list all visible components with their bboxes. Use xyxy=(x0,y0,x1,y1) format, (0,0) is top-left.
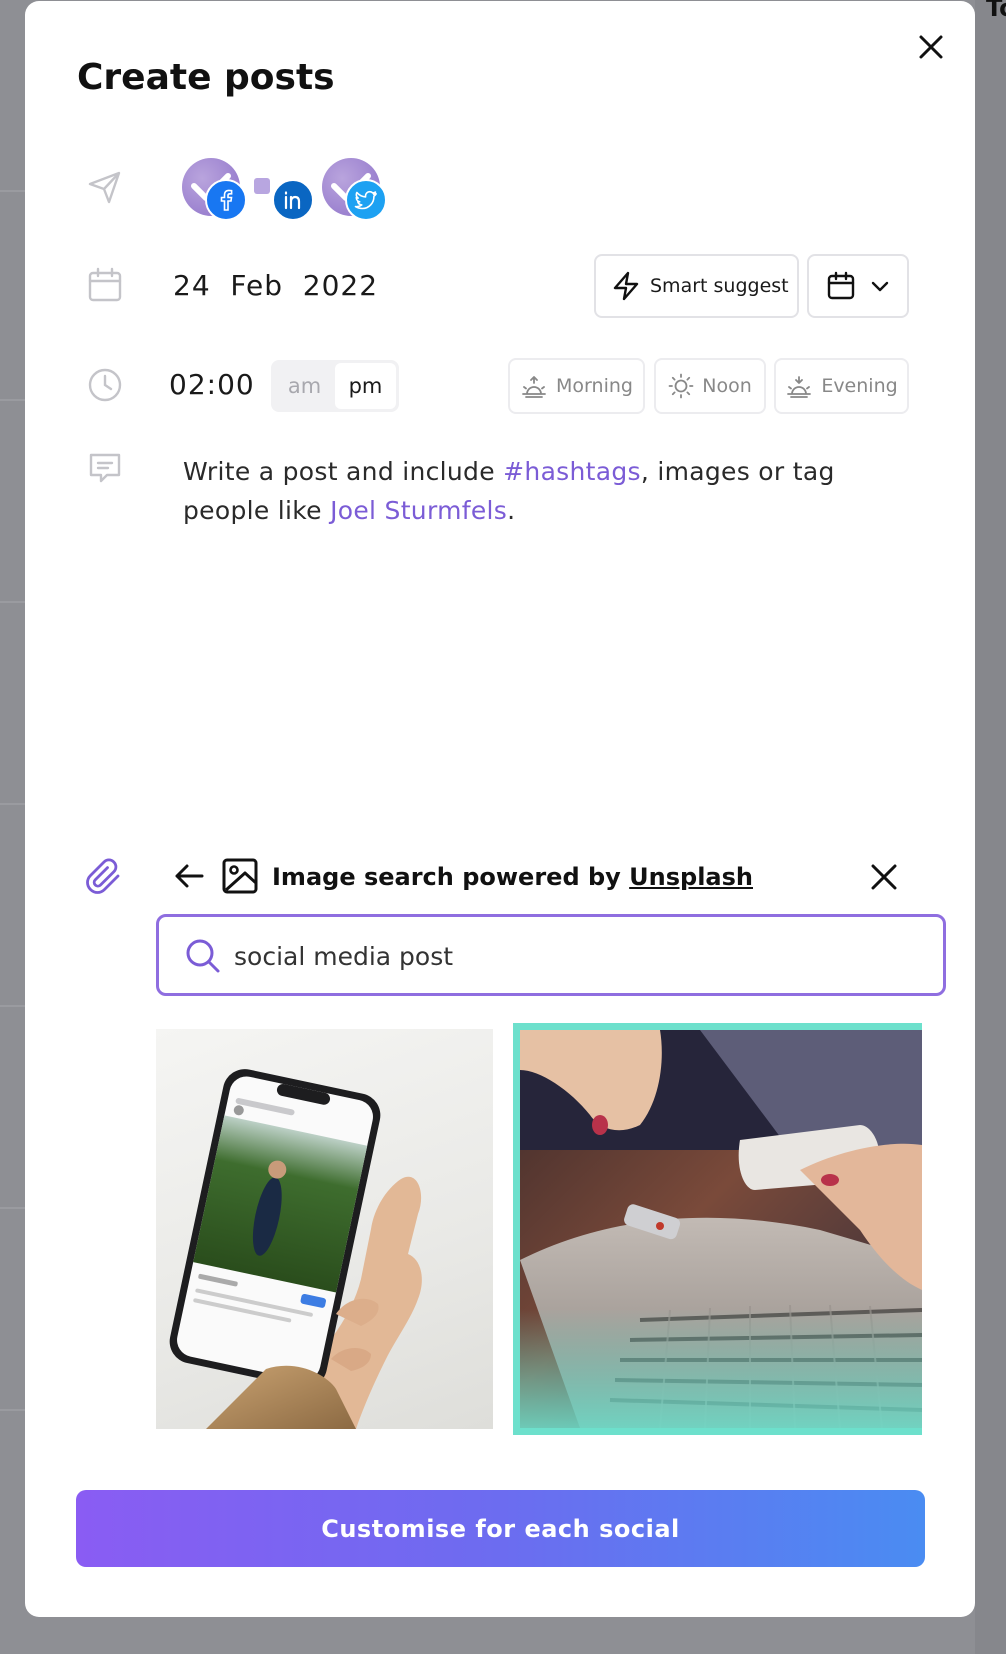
lightning-icon xyxy=(613,271,639,301)
phone-photo-image xyxy=(169,1069,422,1429)
facebook-badge xyxy=(205,179,247,221)
image-search-title: Image search powered by Unsplash xyxy=(272,863,753,891)
back-button[interactable] xyxy=(172,859,206,893)
post-text-editor[interactable]: Write a post and include #hashtags, imag… xyxy=(183,452,863,530)
close-image-search-button[interactable] xyxy=(868,861,900,893)
image-result-phone[interactable] xyxy=(156,1029,493,1429)
smart-suggest-label: Smart suggest xyxy=(650,275,789,297)
calendar-icon xyxy=(827,271,855,300)
laptop-photo-image xyxy=(520,1030,922,1428)
morning-slot-label: Morning xyxy=(556,375,633,397)
modal-title: Create posts xyxy=(77,57,335,98)
linkedin-icon xyxy=(284,191,301,210)
clock-icon xyxy=(88,368,122,402)
evening-slot-label: Evening xyxy=(821,375,898,397)
post-text-part: Write a post and include xyxy=(183,457,504,486)
hashtag-text: #hashtags xyxy=(503,457,641,486)
image-result-laptop[interactable] xyxy=(513,1023,922,1435)
customise-for-each-social-button[interactable]: Customise for each social xyxy=(76,1490,925,1567)
account-avatar-linkedin[interactable] xyxy=(272,179,314,221)
post-date[interactable]: 24 Feb 2022 xyxy=(173,269,378,302)
backdrop-corner-label: To xyxy=(986,0,1006,22)
pm-option[interactable]: pm xyxy=(335,363,396,409)
account-avatar-small xyxy=(254,178,270,194)
smart-suggest-button[interactable]: Smart suggest xyxy=(594,254,799,318)
comment-icon xyxy=(89,453,121,483)
am-pm-toggle: am pm xyxy=(271,360,399,412)
close-icon xyxy=(919,35,943,59)
paperclip-icon[interactable] xyxy=(85,857,125,897)
twitter-badge xyxy=(345,179,387,221)
image-search-box[interactable] xyxy=(156,914,946,996)
noon-slot-label: Noon xyxy=(702,375,752,397)
post-text-part: . xyxy=(507,496,516,525)
sun-icon xyxy=(668,373,694,399)
facebook-icon xyxy=(220,189,233,211)
close-icon xyxy=(871,864,897,890)
image-search-title-prefix: Image search powered by xyxy=(272,863,630,891)
evening-slot-button[interactable]: Evening xyxy=(774,358,909,414)
calendar-icon xyxy=(88,267,122,302)
close-modal-button[interactable] xyxy=(915,31,947,63)
create-posts-modal: Create posts 24 Feb 2022 Smart suggest 0… xyxy=(25,1,975,1617)
post-time[interactable]: 02:00 xyxy=(169,368,255,401)
unsplash-link[interactable]: Unsplash xyxy=(629,863,753,891)
backdrop-right-column xyxy=(975,0,1006,1654)
image-search-input[interactable] xyxy=(234,935,924,977)
search-icon xyxy=(186,939,220,973)
sunrise-icon xyxy=(522,376,546,398)
am-option[interactable]: am xyxy=(274,363,335,409)
image-icon xyxy=(222,858,258,894)
chevron-down-icon xyxy=(871,281,889,292)
sunset-icon xyxy=(787,376,812,398)
twitter-icon xyxy=(354,190,377,210)
arrow-left-icon xyxy=(175,864,204,888)
send-icon xyxy=(88,171,121,204)
noon-slot-button[interactable]: Noon xyxy=(654,358,766,414)
morning-slot-button[interactable]: Morning xyxy=(508,358,645,414)
mention-text: Joel Sturmfels xyxy=(330,496,508,525)
calendar-dropdown-button[interactable] xyxy=(807,254,909,318)
